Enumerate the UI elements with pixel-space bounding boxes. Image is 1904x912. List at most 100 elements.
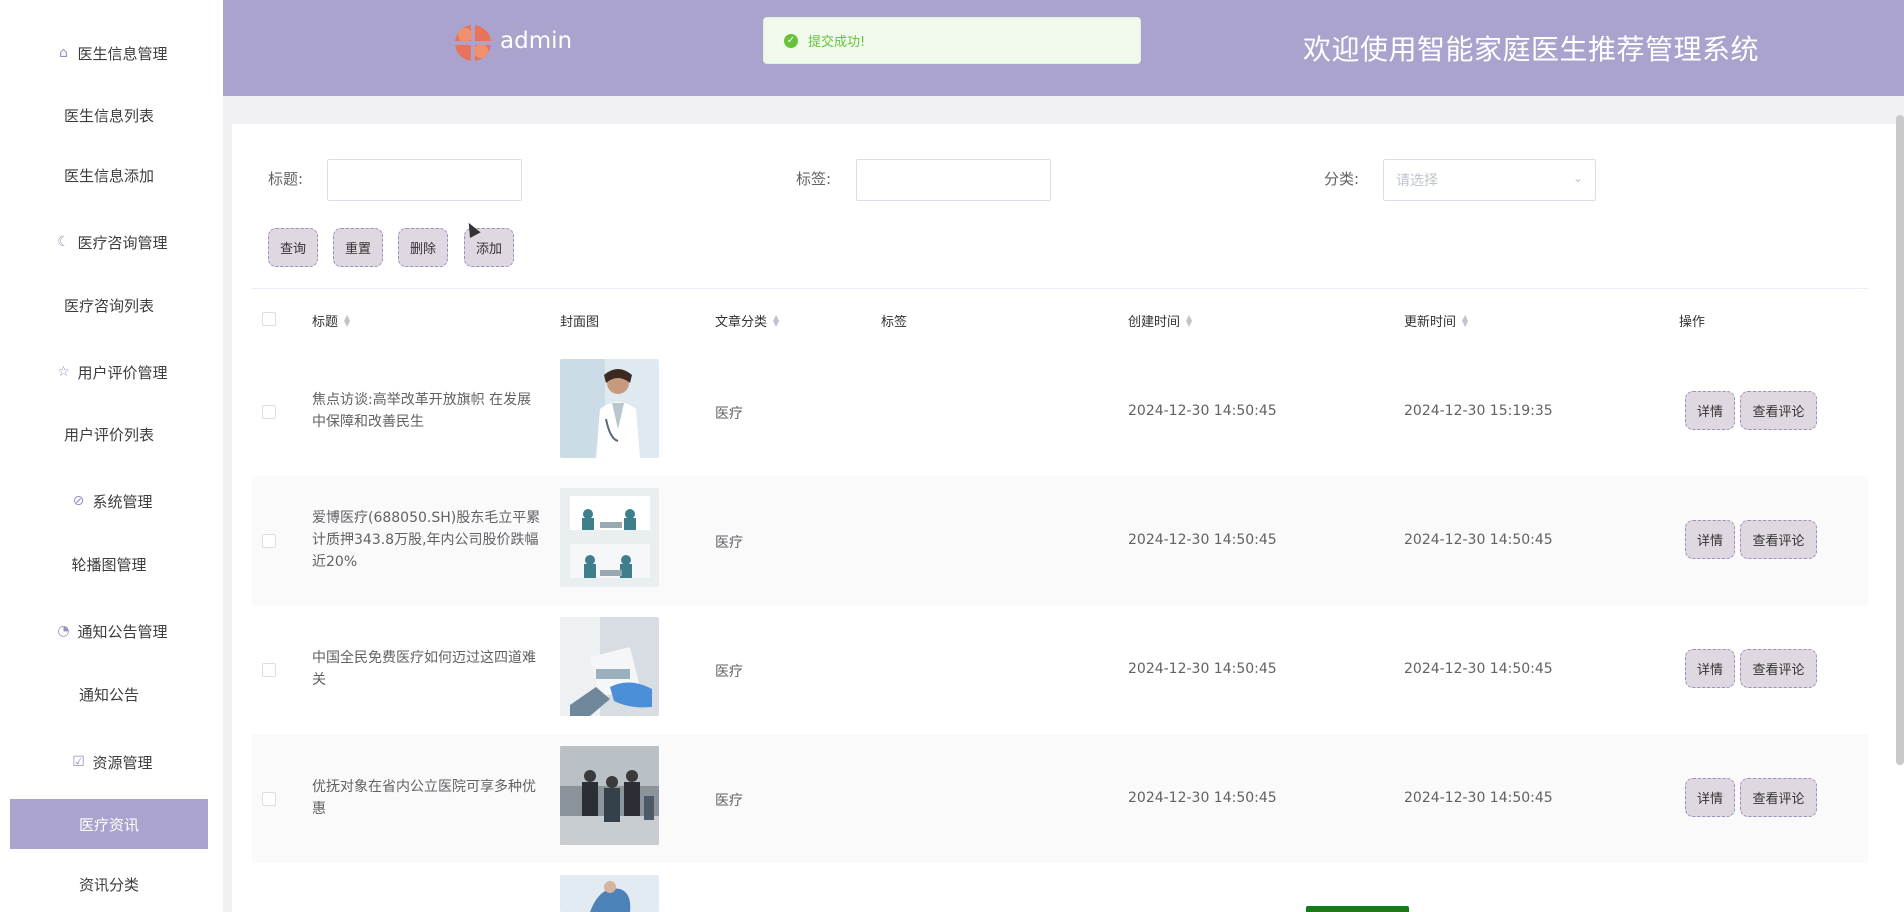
sidebar: ⌂ 医生信息管理 医生信息列表 医生信息添加 ☾ 医疗咨询管理 医疗咨询列表 ☆… [0,0,223,912]
menu-item-carousel[interactable]: 轮播图管理 [10,539,208,589]
category-select-placeholder: 请选择 [1396,173,1438,189]
column-header-category[interactable]: 文章分类 ▲ ▼ [715,311,779,330]
column-cover-label: 封面图 [560,315,600,330]
column-updated-label: 更新时间 [1404,315,1457,330]
menu-item-label: 通知公告 [78,685,139,704]
tag-filter-label: 标签: [796,170,832,188]
view-comments-button[interactable]: 查看评论 [1740,778,1817,817]
view-comments-button[interactable]: 查看评论 [1740,520,1817,559]
row-category: 医疗 [715,793,743,809]
menu-item-consult-list[interactable]: 医疗咨询列表 [10,280,208,330]
chevron-down-icon: ⌄ [1572,171,1583,185]
menu-item-doctor-list[interactable]: 医生信息列表 [10,90,208,140]
column-header-cover: 封面图 [560,311,599,330]
cover-image[interactable] [560,746,659,845]
menu-group-label: 用户评价管理 [77,363,168,382]
detail-button[interactable]: 详情 [1685,778,1735,817]
star-icon: ☆ [57,364,70,380]
menu-group-label: 通知公告管理 [77,622,168,641]
page-title: 欢迎使用智能家庭医生推荐管理系统 [1303,33,1760,66]
select-all-checkbox[interactable] [262,312,276,326]
column-header-actions: 操作 [1679,311,1705,330]
menu-item-doctor-add[interactable]: 医生信息添加 [10,150,208,200]
menu-group-system[interactable]: ⊘ 系统管理 [0,481,223,521]
row-checkbox[interactable] [262,792,276,806]
row-checkbox[interactable] [262,405,276,419]
menu-item-label: 医生信息列表 [63,106,154,125]
view-comments-button[interactable]: 查看评论 [1740,649,1817,688]
menu-item-notice[interactable]: 通知公告 [10,669,208,719]
query-button[interactable]: 查询 [268,228,318,267]
chat-icon: ☾ [57,234,70,250]
row-category: 医疗 [715,406,743,422]
top-bar: admin ✓ 提交成功! 欢迎使用智能家庭医生推荐管理系统 [223,0,1904,96]
menu-group-label: 医生信息管理 [77,44,168,63]
row-updated: 2024-12-30 15:19:35 [1404,403,1553,419]
success-toast: ✓ 提交成功! [763,17,1141,64]
menu-item-news-category[interactable]: 资讯分类 [10,859,208,909]
sort-icon[interactable]: ▲ ▼ [344,313,350,327]
detail-button[interactable]: 详情 [1685,391,1735,430]
row-checkbox[interactable] [262,663,276,677]
sort-icon[interactable]: ▲ ▼ [1462,313,1468,327]
row-checkbox[interactable] [262,534,276,548]
menu-item-label: 医疗资讯 [78,815,139,834]
sort-icon[interactable]: ▲ ▼ [1186,313,1192,327]
menu-group-label: 资源管理 [92,753,153,772]
bell-icon: ◔ [57,623,70,639]
delete-button[interactable]: 删除 [398,228,448,267]
toast-message: 提交成功! [808,35,866,50]
row-updated: 2024-12-30 14:50:45 [1404,661,1553,677]
check-icon: ✓ [784,33,798,48]
menu-group-doctor-info[interactable]: ⌂ 医生信息管理 [0,33,223,73]
row-updated: 2024-12-30 14:50:45 [1404,790,1553,806]
cover-image[interactable] [560,359,659,458]
menu-item-medical-news[interactable]: 医疗资讯 [10,799,208,849]
cover-image[interactable] [560,617,659,716]
row-category: 医疗 [715,535,743,551]
row-title: 焦点访谈:高举改革开放旗帜 在发展中保障和改善民生 [312,392,532,430]
menu-group-review[interactable]: ☆ 用户评价管理 [0,352,223,392]
menu-group-consult[interactable]: ☾ 医疗咨询管理 [0,222,223,262]
row-title: 优抚对象在省内公立医院可享多种优惠 [312,779,536,817]
cover-image[interactable] [560,875,659,912]
column-category-label: 文章分类 [715,315,768,330]
row-created: 2024-12-30 14:50:45 [1128,403,1277,419]
menu-item-label: 资讯分类 [78,875,139,894]
column-header-created[interactable]: 创建时间 ▲ ▼ [1128,311,1192,330]
menu-item-label: 轮播图管理 [71,555,147,574]
menu-item-label: 医生信息添加 [63,166,154,185]
menu-group-resource[interactable]: ☑ 资源管理 [0,742,223,782]
category-filter-label: 分类: [1324,170,1360,188]
row-title: 中国全民免费医疗如何迈过这四道难关 [312,650,536,688]
hospital-icon: ⌂ [59,45,68,61]
table-top-border [252,288,1868,289]
detail-button[interactable]: 详情 [1685,520,1735,559]
row-category: 医疗 [715,664,743,680]
row-title: 爱博医疗(688050.SH)股东毛立平累计质押343.8万股,年内公司股价跌幅… [312,510,541,570]
sort-icon[interactable]: ▲ ▼ [773,313,779,327]
title-filter-input[interactable] [327,159,522,201]
column-header-updated[interactable]: 更新时间 ▲ ▼ [1404,311,1468,330]
category-select[interactable]: 请选择 ⌄ [1383,159,1596,201]
calendar-check-icon: ☑ [72,754,85,770]
column-tag-label: 标签 [881,315,908,330]
menu-item-review-list[interactable]: 用户评价列表 [10,409,208,459]
logo-icon [455,25,491,61]
menu-group-label: 医疗咨询管理 [77,233,168,252]
row-created: 2024-12-30 14:50:45 [1128,532,1277,548]
view-comments-button[interactable]: 查看评论 [1740,391,1817,430]
row-created: 2024-12-30 14:50:45 [1128,661,1277,677]
username: admin [500,28,573,54]
reset-button[interactable]: 重置 [333,228,383,267]
cover-image[interactable] [560,488,659,587]
menu-item-label: 医疗咨询列表 [63,296,154,315]
column-title-label: 标题 [312,315,339,330]
menu-item-label: 用户评价列表 [63,425,154,444]
column-header-title[interactable]: 标题 ▲ ▼ [312,311,350,330]
tag-filter-input[interactable] [856,159,1051,201]
vertical-scrollbar[interactable] [1896,115,1904,765]
menu-group-notice[interactable]: ◔ 通知公告管理 [0,611,223,651]
column-created-label: 创建时间 [1128,315,1181,330]
detail-button[interactable]: 详情 [1685,649,1735,688]
